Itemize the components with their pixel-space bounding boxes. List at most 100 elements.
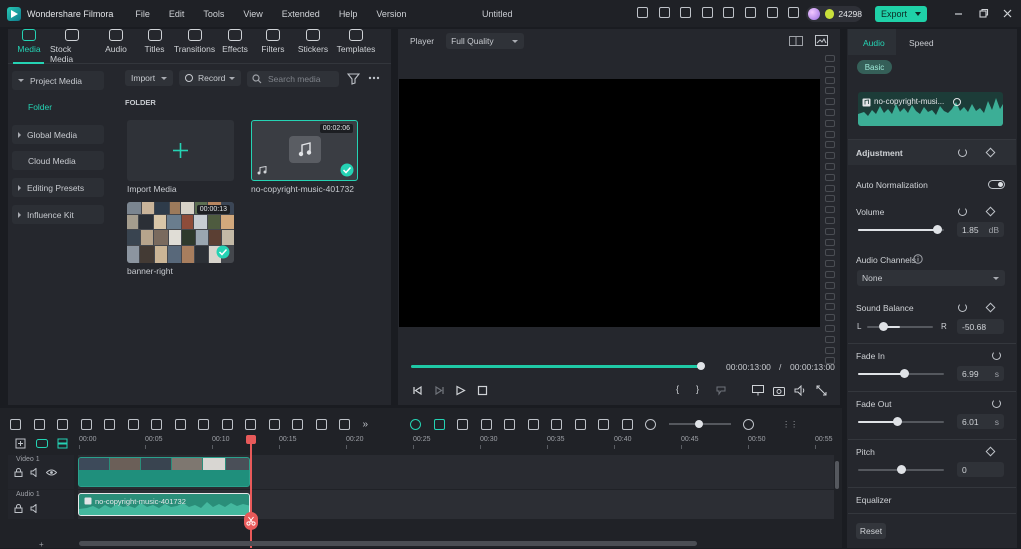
fullscreen-icon[interactable] [816,385,827,396]
tab-audio[interactable]: Audio [94,29,138,64]
marker-options-icon[interactable] [716,386,728,396]
play-icon[interactable] [455,385,466,396]
more-tools-icon[interactable]: » [363,419,369,430]
pip-icon[interactable] [598,418,610,430]
tab-filters[interactable]: Filters [252,29,294,64]
undo-icon[interactable] [57,418,68,430]
zoom-out-icon[interactable] [645,418,657,430]
mute-icon[interactable] [30,504,40,513]
keyframe-tool-icon[interactable] [315,418,327,430]
sidebar-item-project-media[interactable]: Project Media [12,71,104,90]
save-icon[interactable] [723,7,735,18]
sidebar-item-cloud-media[interactable]: Cloud Media [12,151,104,170]
delete-icon[interactable] [104,418,115,430]
timer-icon[interactable] [339,418,350,430]
color-icon[interactable] [245,418,256,430]
seek-knob[interactable] [697,362,705,370]
playhead[interactable] [250,436,252,548]
audio-stretch-icon[interactable] [174,418,186,430]
shield-icon[interactable] [527,418,539,430]
reset-icon[interactable] [958,148,967,157]
more-options-icon[interactable] [368,75,380,81]
timeline-ruler[interactable]: 00:00 00:05 00:10 00:15 00:20 00:25 00:3… [79,436,835,450]
lock-icon[interactable] [14,468,23,477]
avatar[interactable] [808,8,820,20]
gift-icon[interactable] [637,7,648,18]
track-layout-icon[interactable] [57,438,68,449]
redo-icon[interactable] [80,418,92,430]
split-button[interactable] [244,512,258,530]
audio-channels-dropdown[interactable]: None [857,270,1005,286]
music-media-tile[interactable]: 00:02:06 [251,120,358,181]
playhead-handle[interactable] [246,435,256,444]
tab-stickers[interactable]: Stickers [294,29,332,64]
audio-clip[interactable]: no-copyright-music-401732 [78,493,250,516]
menu-file[interactable]: File [135,9,150,19]
menu-tools[interactable]: Tools [203,9,224,19]
zoom-slider[interactable] [668,420,731,428]
ai-mate-icon[interactable] [480,418,492,430]
tab-titles[interactable]: Titles [138,29,171,64]
timeline-vscroll[interactable] [834,455,839,519]
balance-slider[interactable] [867,326,933,328]
add-track-icon[interactable] [15,438,26,449]
snapshot-icon[interactable] [621,418,633,430]
grid-menu-icon[interactable]: ⋮⋮ [782,420,798,429]
select-tool-icon[interactable] [33,418,45,430]
reset-icon[interactable] [958,207,967,216]
tab-media[interactable]: Media [8,29,50,64]
monitor-icon[interactable] [701,7,713,18]
tab-speed-properties[interactable]: Speed [909,38,934,48]
quality-dropdown[interactable]: Full Quality [446,33,525,49]
balance-slider-knob[interactable] [879,322,888,331]
apps-grid-icon[interactable] [788,7,800,18]
minimize-icon[interactable] [953,8,964,19]
voiceover-icon[interactable] [574,418,586,430]
reset-button[interactable]: Reset [856,523,886,539]
video-clip[interactable] [78,457,250,487]
tab-audio-properties[interactable]: Audio [848,29,896,55]
next-frame-icon[interactable] [434,385,445,396]
fade-out-input[interactable]: 6.01 s [957,414,1004,429]
sidebar-item-folder[interactable]: Folder [28,102,52,112]
media-check-icon[interactable] [680,7,692,18]
tab-effects[interactable]: Effects [218,29,252,64]
eye-icon[interactable] [46,469,57,476]
fade-out-slider-knob[interactable] [893,417,903,426]
volume-input[interactable]: 1.85 dB [957,222,1004,237]
tab-templates[interactable]: Templates [332,29,380,64]
cloud-upload-icon[interactable] [744,7,756,18]
magnet-icon[interactable] [410,418,422,430]
banner-media-tile[interactable]: 00:00:13 [127,202,234,263]
send-icon[interactable] [658,7,670,18]
basic-tab[interactable]: Basic [857,60,892,74]
record-dropdown[interactable]: Record [179,70,241,86]
ai-tools-icon[interactable] [292,418,303,430]
preview-canvas[interactable] [399,79,820,327]
close-icon[interactable] [1002,8,1013,19]
compare-view-icon[interactable] [789,36,803,46]
zoom-slider-knob[interactable] [694,420,703,428]
link-icon[interactable] [36,439,48,448]
search-input[interactable]: Search media [247,71,339,87]
mute-icon[interactable] [30,468,40,477]
previous-frame-icon[interactable] [412,385,423,396]
pitch-slider-knob[interactable] [896,465,906,474]
tab-transitions[interactable]: Transitions [171,29,218,64]
sidebar-item-editing-presets[interactable]: Editing Presets [12,178,104,197]
auto-normalization-toggle[interactable] [988,180,1005,189]
reset-icon[interactable] [992,351,1001,360]
timeline-hscroll[interactable] [79,541,697,546]
zoom-in-icon[interactable] [742,418,754,430]
mark-out-icon[interactable]: } [696,384,699,394]
sidebar-item-global-media[interactable]: Global Media [12,125,104,144]
render-icon[interactable] [457,418,469,430]
info-icon[interactable] [913,254,923,264]
credits-badge[interactable]: 24298 [806,6,862,22]
microphone-icon[interactable] [551,418,563,430]
import-dropdown[interactable]: Import [125,70,173,86]
sidebar-item-influence-kit[interactable]: Influence Kit [12,205,104,224]
display-icon[interactable] [752,385,764,396]
menu-view[interactable]: View [243,9,262,19]
crop-icon[interactable] [151,418,162,430]
